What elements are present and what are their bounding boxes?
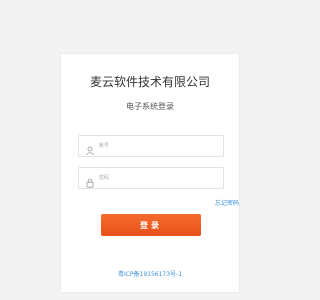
system-title: 电子系统登录	[126, 102, 174, 111]
company-name: 麦云软件技术有限公司	[89, 75, 210, 89]
forgot-password-link[interactable]: 忘记密码	[179, 200, 239, 208]
login-card: 麦云软件技术有限公司 电子系统登录 忘记密码 登录 粤ICP备19156173号…	[60, 53, 240, 293]
icp-link[interactable]: 粤ICP备19156173号-1	[61, 271, 239, 279]
login-button[interactable]: 登录	[101, 214, 201, 236]
account-field[interactable]	[78, 135, 224, 157]
password-input[interactable]	[99, 171, 217, 185]
lock-icon	[85, 173, 95, 188]
user-icon	[85, 141, 95, 156]
password-field[interactable]	[78, 167, 224, 189]
account-input[interactable]	[99, 139, 217, 153]
